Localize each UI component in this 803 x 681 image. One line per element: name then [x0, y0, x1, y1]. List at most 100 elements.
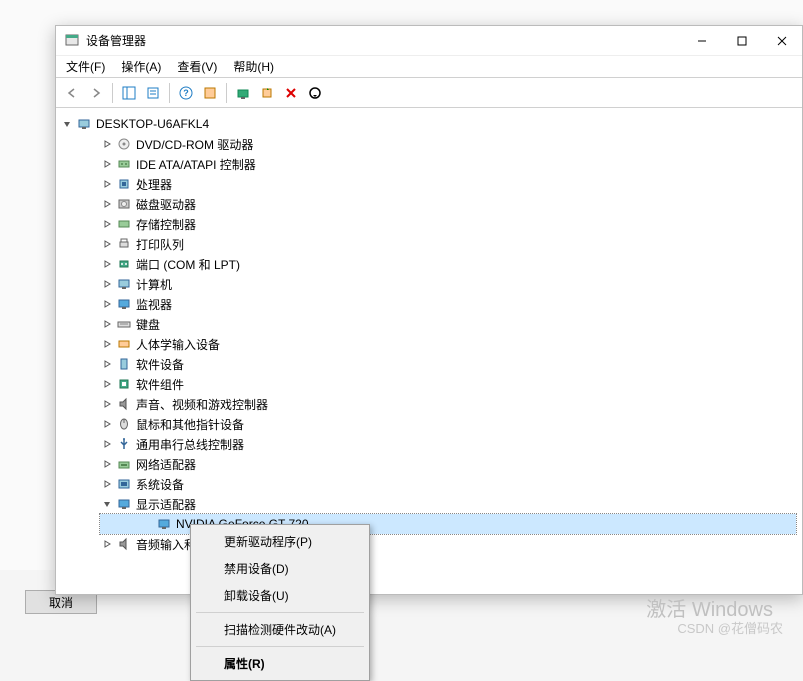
toolbar: ?	[56, 78, 802, 108]
node-label: 处理器	[136, 176, 172, 193]
tree-node[interactable]: 端口 (COM 和 LPT)	[80, 254, 796, 274]
network-icon	[116, 456, 132, 472]
svg-text:?: ?	[183, 88, 189, 98]
close-button[interactable]	[762, 27, 802, 55]
menu-uninstall-device[interactable]: 卸载设备(U)	[194, 582, 366, 609]
node-label: 声音、视频和游戏控制器	[136, 396, 268, 413]
expander-icon[interactable]	[100, 177, 114, 191]
expander-icon[interactable]	[60, 117, 74, 131]
node-label: 系统设备	[136, 476, 184, 493]
sound-icon	[116, 396, 132, 412]
expander-icon[interactable]	[100, 257, 114, 271]
node-label: IDE ATA/ATAPI 控制器	[136, 156, 256, 173]
monitor-icon	[116, 296, 132, 312]
node-label: 软件组件	[136, 376, 184, 393]
app-icon	[64, 33, 80, 49]
tree-node[interactable]: 系统设备	[80, 474, 796, 494]
node-label: DVD/CD-ROM 驱动器	[136, 136, 253, 153]
component-icon	[116, 376, 132, 392]
tree-node[interactable]: 鼠标和其他指针设备	[80, 414, 796, 434]
csdn-watermark: CSDN @花僧码农	[677, 618, 783, 637]
window-title: 设备管理器	[86, 32, 682, 49]
node-label: 显示适配器	[136, 496, 196, 513]
expander-icon[interactable]	[100, 217, 114, 231]
back-button[interactable]	[61, 82, 83, 104]
tree-node[interactable]: IDE ATA/ATAPI 控制器	[80, 154, 796, 174]
expander-icon[interactable]	[100, 377, 114, 391]
expander-icon[interactable]	[100, 337, 114, 351]
help-button[interactable]: ?	[175, 82, 197, 104]
tree-node[interactable]: DVD/CD-ROM 驱动器	[80, 134, 796, 154]
node-label: 端口 (COM 和 LPT)	[136, 256, 240, 273]
menu-update-driver[interactable]: 更新驱动程序(P)	[194, 528, 366, 555]
tree-node-display-adapters[interactable]: 显示适配器	[80, 494, 796, 514]
tree-node[interactable]: 打印队列	[80, 234, 796, 254]
expander-icon[interactable]	[100, 197, 114, 211]
menu-action[interactable]: 操作(A)	[113, 56, 169, 77]
tree-root[interactable]: DESKTOP-U6AFKL4	[60, 114, 796, 134]
printer-icon	[116, 236, 132, 252]
tree-node[interactable]: 监视器	[80, 294, 796, 314]
show-hide-tree-button[interactable]	[118, 82, 140, 104]
display-adapter-icon	[116, 496, 132, 512]
view-button[interactable]	[199, 82, 221, 104]
menu-view[interactable]: 查看(V)	[169, 56, 225, 77]
expander-icon[interactable]	[100, 477, 114, 491]
properties-button[interactable]	[142, 82, 164, 104]
tree-node[interactable]: 计算机	[80, 274, 796, 294]
context-menu: 更新驱动程序(P) 禁用设备(D) 卸载设备(U) 扫描检测硬件改动(A) 属性…	[190, 524, 370, 681]
node-label: 网络适配器	[136, 456, 196, 473]
expander-icon[interactable]	[100, 397, 114, 411]
tree-node[interactable]: 网络适配器	[80, 454, 796, 474]
forward-button[interactable]	[85, 82, 107, 104]
menu-help[interactable]: 帮助(H)	[225, 56, 282, 77]
expander-icon[interactable]	[100, 237, 114, 251]
tree-node[interactable]: 软件组件	[80, 374, 796, 394]
menu-file[interactable]: 文件(F)	[58, 56, 113, 77]
expander-icon[interactable]	[100, 417, 114, 431]
node-label: 存储控制器	[136, 216, 196, 233]
node-label: 磁盘驱动器	[136, 196, 196, 213]
keyboard-icon	[116, 316, 132, 332]
expander-icon[interactable]	[100, 357, 114, 371]
expander-icon[interactable]	[100, 537, 114, 551]
expander-icon[interactable]	[100, 457, 114, 471]
device-tree[interactable]: DESKTOP-U6AFKL4 DVD/CD-ROM 驱动器 IDE ATA/A…	[56, 108, 802, 594]
gpu-icon	[156, 516, 172, 532]
node-label: 监视器	[136, 296, 172, 313]
scan-hardware-button[interactable]	[232, 82, 254, 104]
maximize-button[interactable]	[722, 27, 762, 55]
node-label: 打印队列	[136, 236, 184, 253]
cpu-icon	[116, 176, 132, 192]
watermark: 激活 Windows	[646, 593, 773, 622]
update-driver-button[interactable]	[256, 82, 278, 104]
expander-icon[interactable]	[100, 137, 114, 151]
expander-icon[interactable]	[100, 497, 114, 511]
menu-scan-hardware[interactable]: 扫描检测硬件改动(A)	[194, 616, 366, 643]
uninstall-button[interactable]	[280, 82, 302, 104]
menu-properties[interactable]: 属性(R)	[194, 650, 366, 677]
tree-node[interactable]: 处理器	[80, 174, 796, 194]
minimize-button[interactable]	[682, 27, 722, 55]
expander-icon[interactable]	[100, 437, 114, 451]
system-icon	[116, 476, 132, 492]
menubar: 文件(F) 操作(A) 查看(V) 帮助(H)	[56, 56, 802, 78]
expander-icon[interactable]	[100, 297, 114, 311]
tree-node[interactable]: 软件设备	[80, 354, 796, 374]
expander-icon[interactable]	[100, 157, 114, 171]
menu-disable-device[interactable]: 禁用设备(D)	[194, 555, 366, 582]
tree-node-audio[interactable]: 音频输入和	[80, 534, 796, 554]
tree-node[interactable]: 声音、视频和游戏控制器	[80, 394, 796, 414]
audio-icon	[116, 536, 132, 552]
tree-node[interactable]: 通用串行总线控制器	[80, 434, 796, 454]
tree-node[interactable]: 键盘	[80, 314, 796, 334]
computer-icon	[76, 116, 92, 132]
disable-button[interactable]	[304, 82, 326, 104]
expander-icon[interactable]	[100, 317, 114, 331]
tree-node[interactable]: 存储控制器	[80, 214, 796, 234]
hid-icon	[116, 336, 132, 352]
expander-icon[interactable]	[100, 277, 114, 291]
tree-node[interactable]: 人体学输入设备	[80, 334, 796, 354]
node-label: 通用串行总线控制器	[136, 436, 244, 453]
tree-node[interactable]: 磁盘驱动器	[80, 194, 796, 214]
